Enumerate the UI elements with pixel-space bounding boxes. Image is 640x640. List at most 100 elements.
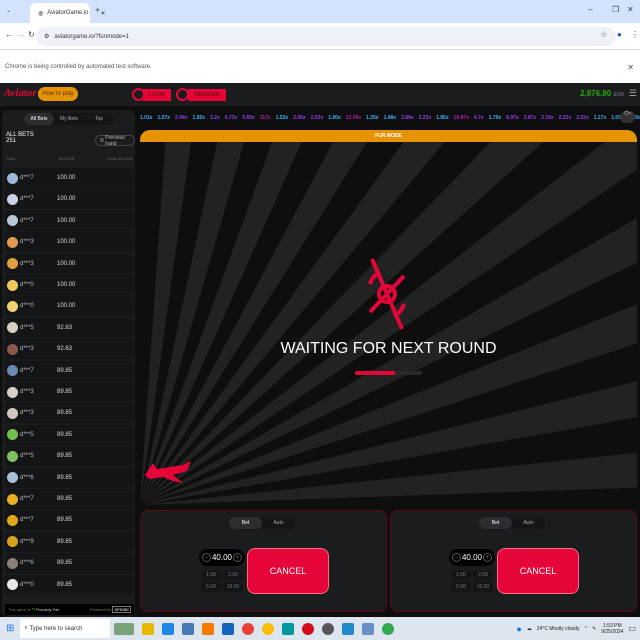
bets-panel: All Bets My Bets Top ALL BETS 251 ⏱ Previ… <box>2 110 135 617</box>
chrome-active-icon[interactable] <box>382 622 395 635</box>
previous-hand-label: Previous hand <box>105 134 125 147</box>
weather-text[interactable]: 24°C Mostly cloudy <box>537 626 580 632</box>
arduino-icon[interactable] <box>282 622 295 635</box>
quick-amount-button[interactable]: 10.00 <box>473 582 493 592</box>
bet-amount: 89.85 <box>57 389 73 395</box>
bet-row: d***3 89.85 <box>5 403 134 424</box>
plus-icon[interactable]: + <box>233 553 242 562</box>
tab-bet[interactable]: Bet <box>229 517 262 529</box>
game-canvas: FUN MODE WAITING FOR NEXT ROUND <box>140 130 637 505</box>
back-icon[interactable]: ← <box>5 30 13 39</box>
tab-my-bets[interactable]: My Bets <box>54 113 84 125</box>
bet-amount: 89.85 <box>57 581 73 588</box>
plus-icon[interactable]: + <box>483 553 492 562</box>
bet-user: d***7 <box>20 496 34 502</box>
close-tab-icon[interactable]: ✕ <box>101 10 106 17</box>
quick-amount-button[interactable]: 1.00 <box>201 570 221 580</box>
quick-amount-button[interactable]: 1.00 <box>451 570 471 580</box>
tab-auto[interactable]: Auto <box>262 517 295 529</box>
url-field[interactable]: ⚙ aviatorgame.io/?funmode=1 <box>36 27 616 46</box>
restore-icon[interactable]: ❐ <box>612 5 619 14</box>
history-dropdown-icon[interactable]: ⏱▾ <box>620 111 635 123</box>
multiplier-item: 8.97x <box>506 114 519 121</box>
info-text: Chrome is being controlled by automated … <box>5 64 152 70</box>
avatar <box>7 215 18 227</box>
bet-amount-value[interactable]: 40.00 <box>212 553 232 562</box>
avatar <box>7 365 18 377</box>
clock[interactable]: 1:53 PM 9/25/2024 <box>601 623 623 635</box>
cancel-label: CANCEL <box>519 566 557 576</box>
reload-icon[interactable]: ↻ <box>28 30 35 39</box>
notifications-icon[interactable]: ▭ <box>628 624 636 633</box>
more-menu-icon[interactable]: ⋮ <box>631 30 639 39</box>
windows-start-icon[interactable]: ⊞ <box>6 623 14 634</box>
opera-icon[interactable] <box>302 622 315 635</box>
cancel-button[interactable]: CANCEL <box>247 548 329 594</box>
chrome-canary-icon[interactable] <box>262 622 275 635</box>
close-info-icon[interactable]: ✕ <box>627 63 634 72</box>
quick-amount-button[interactable]: 10.00 <box>223 582 243 592</box>
tray-chevron-icon[interactable]: ^ <box>585 626 587 632</box>
bet-amount-value[interactable]: 40.00 <box>462 553 482 562</box>
bet-amount: 89.85 <box>57 367 73 374</box>
airplane-icon <box>145 461 191 483</box>
bookmark-star-icon[interactable]: ☆ <box>600 30 607 39</box>
bet-amount-stepper[interactable]: −40.00 + <box>199 549 245 566</box>
register-label: REGISTER <box>194 92 220 98</box>
quick-amount-button[interactable]: 5.00 <box>451 582 471 592</box>
file-explorer-icon[interactable] <box>142 622 155 635</box>
app-icon[interactable] <box>362 622 375 635</box>
bet-user: d***5 <box>20 324 34 331</box>
cancel-button[interactable]: CANCEL <box>497 548 579 594</box>
weather-app-icon[interactable]: ● <box>516 624 521 634</box>
bet-amount: 92.63 <box>57 346 73 353</box>
how-to-play-button[interactable]: How to play <box>38 87 78 101</box>
bet-user: d***3 <box>20 260 34 267</box>
tab-auto[interactable]: Auto <box>512 517 545 529</box>
bet-amount: 100.00 <box>57 175 76 181</box>
settings-icon[interactable] <box>322 622 335 635</box>
tab-top[interactable]: Top <box>84 113 114 125</box>
game-area: Aviator How to play LOGIN REGISTER 2,876… <box>0 83 640 617</box>
vscode-icon[interactable] <box>342 622 355 635</box>
edge-icon[interactable] <box>162 622 175 635</box>
avatar <box>7 407 18 419</box>
multiplier-item: 1.79x <box>488 114 502 121</box>
vlc-icon[interactable] <box>202 622 215 635</box>
provably-fair-link[interactable]: Provably Fair <box>36 607 60 612</box>
minus-icon[interactable]: − <box>452 553 461 562</box>
multiplier-item: 1.07x <box>157 114 171 121</box>
avatar <box>7 557 18 569</box>
forward-icon[interactable]: → <box>17 30 25 39</box>
bet-amount: 92.63 <box>57 324 73 331</box>
minus-icon[interactable]: − <box>202 553 211 562</box>
tab-bet[interactable]: Bet <box>479 517 512 529</box>
register-button[interactable]: REGISTER <box>188 89 226 101</box>
menu-icon[interactable]: ☰ <box>629 88 637 99</box>
site-settings-icon[interactable]: ⚙ <box>44 33 49 40</box>
bet-user: d***5 <box>20 431 34 438</box>
tab-all-bets[interactable]: All Bets <box>24 113 54 125</box>
close-window-icon[interactable]: ✕ <box>627 5 634 14</box>
bet-amount: 89.85 <box>57 453 73 460</box>
profile-icon[interactable]: ● <box>617 30 622 39</box>
avatar <box>7 429 18 441</box>
bet-mode-tabs: Bet Auto <box>229 517 295 529</box>
taskbar-search[interactable]: ⌕ Type here to search <box>20 619 111 638</box>
quick-amount-button[interactable]: 2.00 <box>473 570 493 580</box>
quick-amount-button[interactable]: 5.00 <box>201 582 221 592</box>
avatar <box>7 193 18 205</box>
quick-amount-button[interactable]: 2.00 <box>223 570 243 580</box>
pen-icon[interactable]: ✎ <box>592 626 596 632</box>
multiplier-item: 1.27x <box>593 114 607 121</box>
store-icon[interactable] <box>182 622 195 635</box>
chrome-icon[interactable] <box>242 622 255 635</box>
bet-amount-stepper[interactable]: −40.00 + <box>449 549 495 566</box>
mail-icon[interactable] <box>222 622 235 635</box>
browser-tab[interactable]: ◍ AviatorGame.io ✕ <box>30 3 106 23</box>
tab-search-icon[interactable]: ⌄ <box>6 7 11 14</box>
new-tab-icon[interactable]: + <box>95 5 100 15</box>
previous-hand-button[interactable]: ⏱ Previous hand <box>95 134 135 147</box>
login-button[interactable]: LOGIN <box>143 89 171 101</box>
minimize-icon[interactable]: – <box>588 5 592 14</box>
